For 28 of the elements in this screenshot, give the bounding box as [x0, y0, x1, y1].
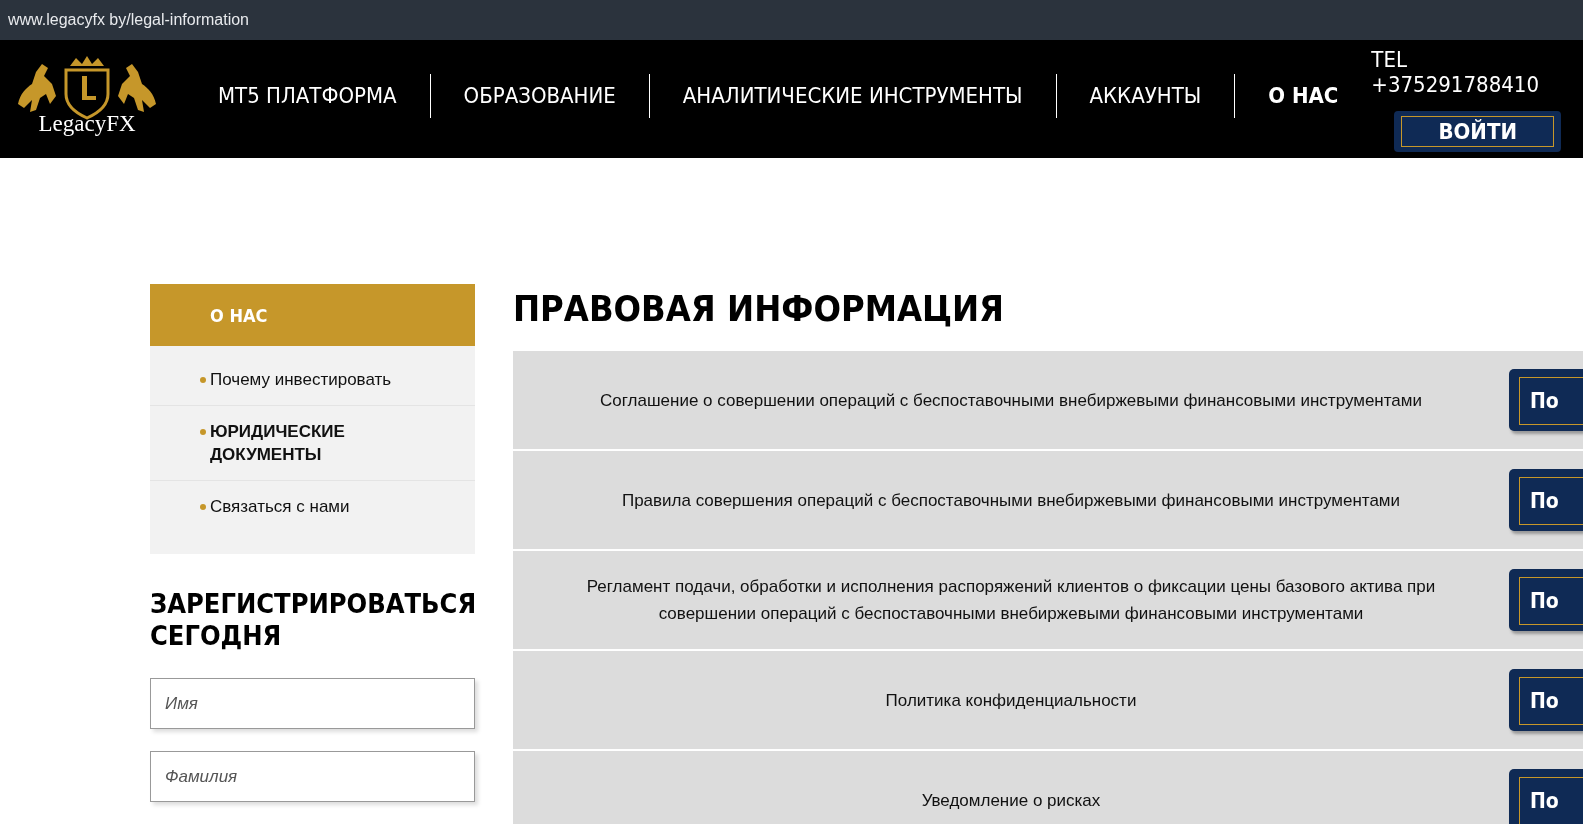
- sidebar-item[interactable]: ЮРИДИЧЕСКИЕ ДОКУМЕНТЫ: [150, 406, 475, 482]
- phone-number: TEL +375291788410: [1371, 46, 1540, 97]
- nav-link[interactable]: MT5 ПЛАТФОРМА: [218, 74, 430, 118]
- sidebar-title: О НАС: [210, 304, 268, 326]
- document-title: Политика конфиденциальности: [884, 689, 1138, 712]
- nav-link[interactable]: АНАЛИТИЧЕСКИЕ ИНСТРУМЕНТЫ: [649, 74, 1056, 118]
- document-title: Регламент подачи, обработки и исполнения распоряжений клиентов о фиксации цены базового актива при совершении операций с беспоставочными внебиржевыми финансовыми инструментами: [585, 576, 1437, 625]
- login-button[interactable]: ВОЙТИ: [1394, 110, 1561, 152]
- document-button[interactable]: По: [1509, 569, 1583, 631]
- logo-text[interactable]: LegacyFX: [38, 112, 136, 135]
- address-bar[interactable]: www.legacyfx by/legal-information: [0, 0, 1583, 40]
- input-field[interactable]: Имя: [150, 678, 475, 730]
- document-title: Правила совершения операций с беспоставочными внебиржевыми финансовыми инструментами: [620, 489, 1402, 512]
- document-button[interactable]: По: [1509, 669, 1583, 731]
- register-heading: ЗАРЕГИСТРИРОВАТЬСЯ СЕГОДНЯ: [150, 588, 475, 653]
- document-button[interactable]: По: [1509, 769, 1583, 824]
- nav-link[interactable]: ОБРАЗОВАНИЕ: [430, 74, 649, 118]
- url-text: www.legacyfx by/legal-information: [8, 11, 249, 29]
- input-field[interactable]: Фамилия: [150, 751, 475, 802]
- sidebar-item[interactable]: Связаться с нами: [150, 481, 475, 533]
- document-button[interactable]: По: [1509, 369, 1583, 431]
- document-title: Уведомление о рисках: [920, 789, 1102, 812]
- document-title: Соглашение о совершении операций с беспоставочными внебиржевыми финансовыми инструментами: [599, 389, 1423, 412]
- nav-link[interactable]: О НАС: [1235, 74, 1372, 118]
- sidebar-item[interactable]: Почему инвестировать: [150, 354, 475, 407]
- document-button[interactable]: По: [1509, 469, 1583, 531]
- page-title: ПРАВОВАЯ ИНФОРМАЦИЯ: [513, 288, 1006, 329]
- nav-link[interactable]: АККАУНТЫ: [1056, 74, 1235, 118]
